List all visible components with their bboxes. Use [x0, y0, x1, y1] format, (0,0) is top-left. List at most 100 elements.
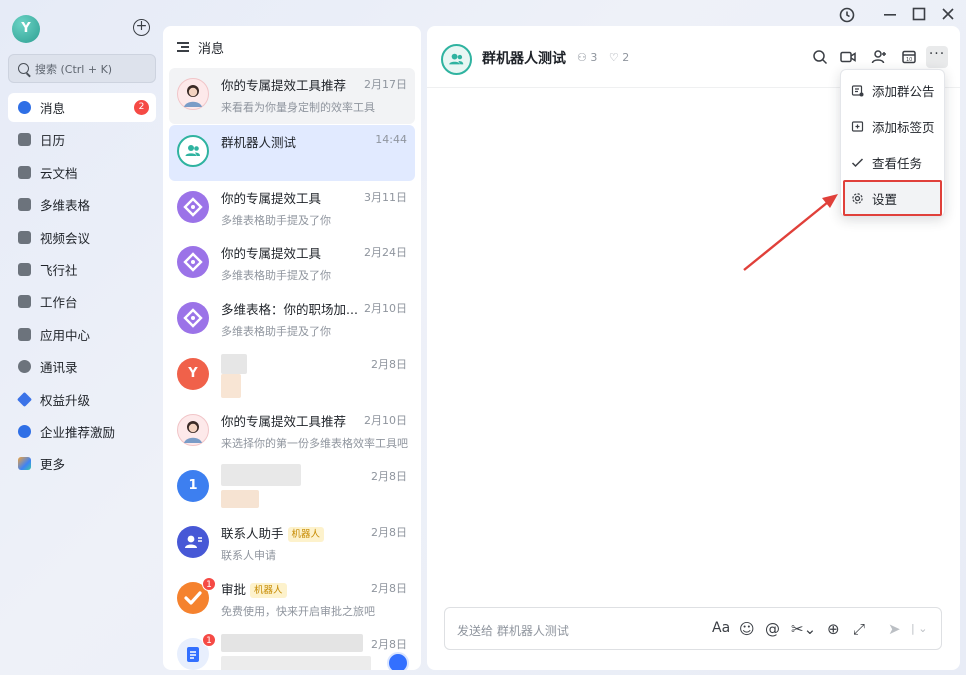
- nav-item-label: 日历: [40, 133, 66, 149]
- announcement-icon: [851, 84, 864, 96]
- send-icon[interactable]: ➤: [888, 620, 901, 638]
- menu-item-label: 添加标签页: [872, 119, 935, 135]
- conversation-item[interactable]: 1 2月8日: [169, 628, 415, 670]
- menu-item-view-tasks[interactable]: 查看任务: [841, 144, 944, 180]
- send-options-chevron-down-icon[interactable]: | ⌄: [911, 622, 927, 635]
- more-options-icon[interactable]: ···: [926, 46, 948, 68]
- emoji-icon[interactable]: ☺: [739, 620, 755, 638]
- conversation-preview: 多维表格助手提及了你: [221, 325, 331, 338]
- nav-item-base[interactable]: 多维表格: [8, 190, 156, 219]
- conversation-time: 2月8日: [371, 582, 407, 595]
- nav-item-referral[interactable]: 企业推荐激励: [8, 417, 156, 446]
- base-logo-icon: [177, 246, 209, 278]
- more-apps-icon: [18, 457, 31, 471]
- search-chat-icon[interactable]: [811, 48, 829, 66]
- unread-badge: 1: [202, 577, 216, 591]
- compose-float-icon[interactable]: [387, 652, 409, 670]
- nav-item-more[interactable]: 更多: [8, 449, 156, 478]
- conversation-item[interactable]: 你的专属提效工具 2月24日 多维表格助手提及了你: [169, 236, 415, 292]
- conversation-item[interactable]: 你的专属提效工具 3月11日 多维表格助手提及了你: [169, 181, 415, 237]
- flight-club-icon: [18, 262, 31, 276]
- annotation-arrow-icon: [743, 194, 838, 271]
- nav-item-label: 通讯录: [40, 360, 78, 376]
- add-icon[interactable]: +: [133, 19, 150, 36]
- menu-item-settings[interactable]: 设置: [843, 180, 942, 216]
- search-icon: [18, 63, 29, 74]
- blurred-name: [221, 464, 301, 486]
- conversation-time: 2月8日: [371, 358, 407, 371]
- conversation-item[interactable]: 多维表格：你的职场加... 2月10日 多维表格助手提及了你: [169, 292, 415, 348]
- nav-item-label: 云文档: [40, 165, 78, 181]
- unread-badge: 2: [134, 100, 149, 115]
- conversation-item[interactable]: 你的专属提效工具推荐 2月10日 来选择你的第一份多维表格效率工具吧: [169, 404, 415, 460]
- nav-item-cloud-doc[interactable]: 云文档: [8, 158, 156, 187]
- menu-item-label: 设置: [872, 191, 898, 207]
- svg-text:10: 10: [906, 57, 912, 63]
- message-input[interactable]: 发送给 群机器人测试 Aa ☺ @ ✂⌄ ⊕ ⤢ ➤ | ⌄: [444, 607, 942, 650]
- close-icon[interactable]: [940, 6, 956, 22]
- base-logo-icon: [177, 302, 209, 334]
- history-icon[interactable]: [838, 6, 856, 24]
- video-call-icon[interactable]: [839, 48, 857, 66]
- conversation-item[interactable]: 你的专属提效工具推荐 2月17日 来看看为你量身定制的效率工具: [169, 68, 415, 124]
- conversation-name: 你的专属提效工具: [221, 246, 322, 261]
- nav-item-label: 多维表格: [40, 198, 91, 214]
- conversation-item-selected[interactable]: 群机器人测试 14:44: [169, 125, 415, 181]
- group-icon: [177, 135, 209, 167]
- member-count[interactable]: 3: [590, 51, 597, 64]
- nav-item-label: 飞行社: [40, 262, 78, 278]
- nav-item-contacts[interactable]: 通讯录: [8, 352, 156, 381]
- nav-item-flight-club[interactable]: 飞行社: [8, 255, 156, 284]
- conversation-time: 2月8日: [371, 526, 407, 539]
- nav-item-upgrade[interactable]: 权益升级: [8, 385, 156, 414]
- conversation-item[interactable]: 1 2月8日: [169, 460, 415, 516]
- contact-avatar: 1: [177, 470, 209, 502]
- conversation-item[interactable]: 1 审批 机器人 2月8日 免费使用，快来开启审批之旅吧: [169, 572, 415, 628]
- conversation-name: 多维表格：你的职场加...: [221, 302, 358, 317]
- nav-item-app-center[interactable]: 应用中心: [8, 320, 156, 349]
- blurred-preview: [221, 374, 241, 398]
- blurred-name: [221, 634, 363, 652]
- bot-tag: 机器人: [287, 527, 325, 542]
- conversation-item[interactable]: 联系人助手 机器人 2月8日 联系人申请: [169, 516, 415, 572]
- expand-icon[interactable]: ⤢: [853, 620, 865, 638]
- nav-item-messages[interactable]: 消息 2: [8, 93, 156, 122]
- conversation-list-header: 消息: [163, 26, 421, 68]
- nav-item-label: 企业推荐激励: [40, 424, 116, 440]
- conversation-name: 你的专属提效工具: [221, 191, 322, 206]
- conversation-item[interactable]: Y 2月8日: [169, 348, 415, 404]
- maximize-icon[interactable]: [911, 6, 927, 22]
- conversation-name: 群机器人测试: [221, 135, 297, 150]
- filter-list-icon[interactable]: [177, 42, 189, 52]
- conversation-preview: 多维表格助手提及了你: [221, 269, 331, 282]
- more-options-menu: 添加群公告 添加标签页 查看任务 设置: [840, 69, 945, 217]
- nav-item-label: 工作台: [40, 295, 78, 311]
- nav-item-video-meeting[interactable]: 视频会议: [8, 223, 156, 252]
- search-input[interactable]: 搜索 (Ctrl + K): [8, 54, 156, 83]
- blurred-preview: [221, 490, 259, 508]
- font-format-icon[interactable]: Aa: [712, 620, 730, 636]
- screenshot-scissors-icon[interactable]: ✂⌄: [791, 620, 816, 638]
- upgrade-diamond-icon: [16, 391, 33, 407]
- user-avatar[interactable]: Y: [12, 15, 40, 43]
- unread-badge: 1: [202, 633, 216, 647]
- add-member-icon[interactable]: [870, 48, 888, 66]
- nav-item-workplace[interactable]: 工作台: [8, 287, 156, 316]
- nav-item-calendar[interactable]: 日历: [8, 125, 156, 154]
- conversation-list: 消息 你的专属提效工具推荐 2月17日 来看看为你量身定制的效率工具 群机器人测…: [163, 26, 421, 670]
- mention-icon[interactable]: @: [765, 620, 780, 638]
- chat-title[interactable]: 群机器人测试: [482, 48, 566, 68]
- menu-item-add-announcement[interactable]: 添加群公告: [841, 72, 944, 108]
- app-window: Y + 搜索 (Ctrl + K) 消息 2 日历 云文档 多维表格 视频会议 …: [0, 0, 966, 675]
- task-check-icon: [851, 157, 864, 167]
- calendar-icon[interactable]: 10: [900, 48, 918, 66]
- minimize-icon[interactable]: [882, 6, 898, 22]
- add-attachment-icon[interactable]: ⊕: [827, 620, 840, 638]
- menu-item-add-tab[interactable]: 添加标签页: [841, 108, 944, 144]
- chat-meta: ⚇ 3 ♡ 2: [577, 51, 629, 64]
- nav-item-label: 视频会议: [40, 230, 91, 246]
- conversation-time: 2月8日: [371, 470, 407, 483]
- app-center-icon: [18, 327, 31, 341]
- conversation-time: 2月10日: [364, 414, 407, 427]
- bot-count[interactable]: 2: [622, 51, 629, 64]
